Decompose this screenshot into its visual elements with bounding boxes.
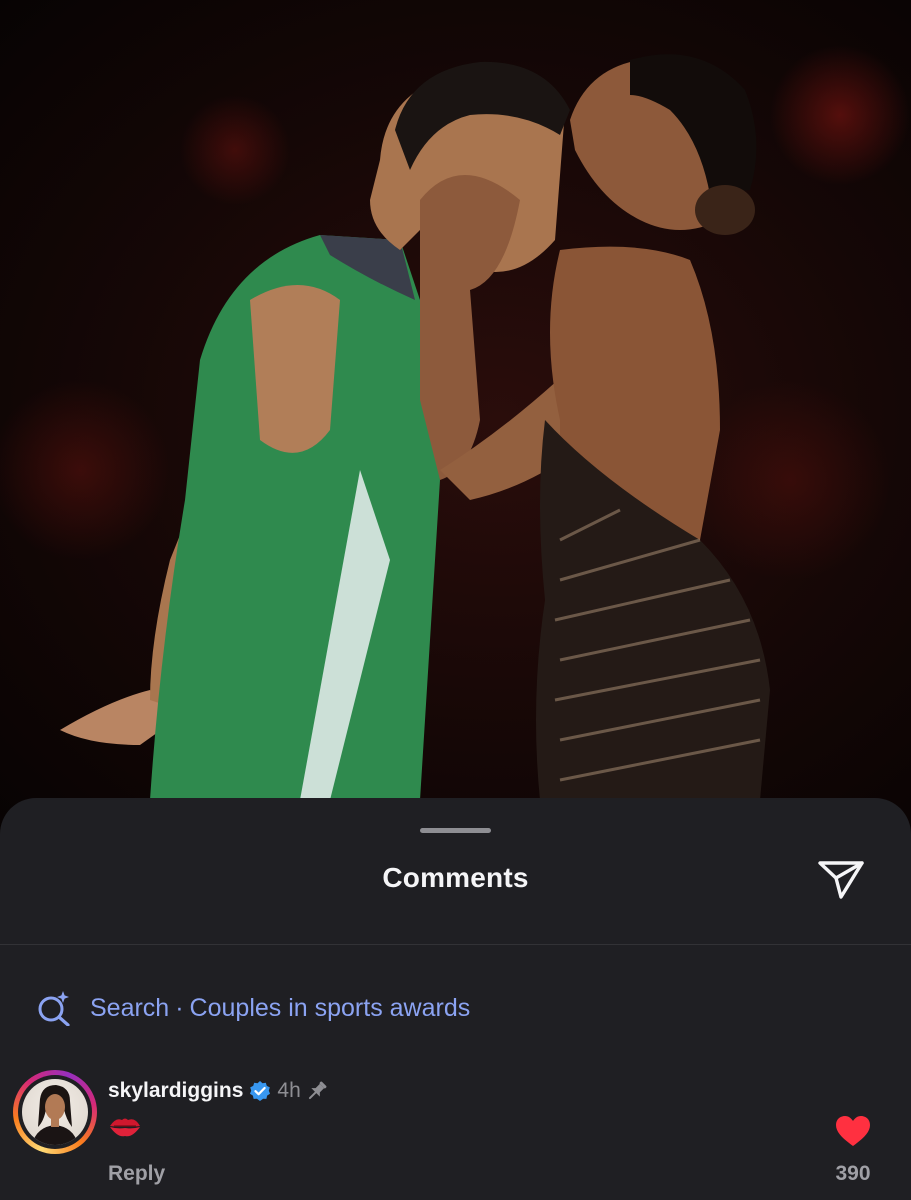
search-query: Couples in sports awards — [189, 993, 471, 1022]
sheet-title: Comments — [382, 862, 529, 893]
comment-time: 4h — [277, 1079, 301, 1102]
comments-sheet: Comments Search · Couples in sports awar… — [0, 798, 911, 1200]
share-button[interactable] — [814, 854, 868, 904]
sheet-grabber[interactable] — [420, 828, 491, 833]
photo-scene — [60, 54, 770, 800]
comment-body — [108, 1114, 142, 1140]
search-suggestion[interactable]: Search · Couples in sports awards — [36, 988, 470, 1028]
avatar[interactable] — [13, 1070, 97, 1154]
post-photo — [0, 0, 911, 840]
pin-icon — [308, 1081, 327, 1100]
ai-search-icon — [38, 991, 70, 1026]
send-icon — [818, 861, 864, 899]
kiss-mark-icon — [110, 1118, 140, 1137]
comment-header: skylardiggins 4h — [108, 1076, 329, 1106]
like-button[interactable] — [834, 1114, 872, 1148]
avatar-photo — [22, 1079, 88, 1145]
comment-username[interactable]: skylardiggins — [108, 1079, 243, 1103]
app-root: Comments Search · Couples in sports awar… — [0, 0, 911, 1200]
search-separator: · — [175, 993, 184, 1022]
like-count: 390 — [835, 1162, 871, 1185]
reply-button[interactable]: Reply — [108, 1162, 165, 1186]
verified-badge-icon — [250, 1081, 271, 1101]
sheet-divider — [0, 944, 911, 945]
search-prefix: Search — [90, 993, 170, 1022]
heart-icon — [836, 1116, 870, 1146]
